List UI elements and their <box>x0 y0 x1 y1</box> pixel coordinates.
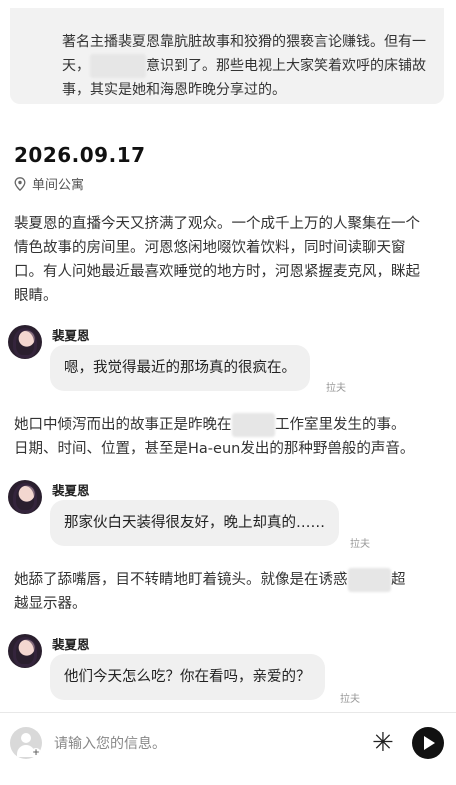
location-pin-icon <box>14 176 26 191</box>
narration-line: 她口中倾泻而出的故事正是昨晚在某某某工作室里发生的事。 <box>14 413 442 437</box>
narration-line: 越显示器。 <box>14 596 87 612</box>
message-tag: 拉夫 <box>340 694 360 705</box>
location-label: 单间公寓 <box>32 178 85 193</box>
message-bubble: 那家伙白天装得很友好，晚上却真的…… <box>50 500 339 546</box>
story-summary-card: 著名主播裴夏恩靠肮脏故事和狡猾的猥亵言论赚钱。但有一 天，某某某某意识到了。那些… <box>10 8 444 104</box>
narration-line: 日期、时间、位置，甚至是Ha-eun发出的那种野兽般的声音。 <box>14 441 415 457</box>
narration-text: 工作室里发生的事。 <box>275 417 406 433</box>
summary-line-3: 事，其实是她和海恩昨晚分享过的。 <box>62 82 286 98</box>
chat-message: 裴夏恩 那家伙白天装得很友好，晚上却真的…… 拉夫 <box>8 480 448 550</box>
narration-text: 她舔了舔嘴唇，目不转睛地盯着镜头。就像是在诱惑 <box>14 572 348 588</box>
message-tag: 拉夫 <box>326 383 346 394</box>
avatar[interactable] <box>8 325 42 359</box>
summary-line-2-end: 意识到了。那些电视上大家笑着欢呼的床铺故 <box>146 58 426 74</box>
message-input[interactable] <box>52 731 356 757</box>
play-send-icon[interactable] <box>412 727 444 759</box>
narration-line: 她舔了舔嘴唇，目不转睛地盯着镜头。就像是在诱惑某某某超 <box>14 568 442 592</box>
user-profile-icon[interactable]: + <box>10 727 42 759</box>
redacted-name: 某某某某 <box>90 54 146 78</box>
summary-line-1: 著名主播裴夏恩靠肮脏故事和狡猾的猥亵言论赚钱。但有一 <box>62 34 426 50</box>
entry-location: 单间公寓 <box>14 174 84 193</box>
asterisk-spark-icon[interactable]: ✳ <box>372 729 394 757</box>
message-bubble: 他们今天怎么吃？你在看吗，亲爱的？ <box>50 654 325 700</box>
narration-line: 裴夏恩的直播今天又挤满了观众。一个成千上万的人聚集在一个 <box>14 216 420 232</box>
narration-text: 超 <box>391 572 406 588</box>
narration-line: 情色故事的房间里。河恩悠闲地啜饮着饮料，同时间读聊天窗 <box>14 240 406 256</box>
redacted-text: 某某某 <box>347 568 391 592</box>
avatar[interactable] <box>8 480 42 514</box>
sender-name: 裴夏恩 <box>52 483 90 498</box>
redacted-text: 某某某 <box>231 413 275 437</box>
entry-date: 2026.09.17 <box>14 143 146 167</box>
message-tag: 拉夫 <box>350 539 370 550</box>
narration-line: 眼睛。 <box>14 288 58 304</box>
narration-text: 她口中倾泻而出的故事正是昨晚在 <box>14 417 232 433</box>
narration-line: 口。有人问她最近最喜欢睡觉的地方时，河恩紧握麦克风，眯起 <box>14 264 420 280</box>
summary-line-2-start: 天， <box>62 58 90 74</box>
avatar[interactable] <box>8 634 42 668</box>
narration-paragraph-2: 她口中倾泻而出的故事正是昨晚在某某某工作室里发生的事。 日期、时间、位置，甚至是… <box>14 413 442 461</box>
user-head-shape <box>21 733 31 743</box>
chat-message: 裴夏恩 他们今天怎么吃？你在看吗，亲爱的？ 拉夫 <box>8 634 448 706</box>
chat-story-screen: 著名主播裴夏恩靠肮脏故事和狡猾的猥亵言论赚钱。但有一 天，某某某某意识到了。那些… <box>0 0 456 785</box>
sender-name: 裴夏恩 <box>52 637 90 652</box>
summary-line-2: 天，某某某某意识到了。那些电视上大家笑着欢呼的床铺故 <box>62 54 432 78</box>
sender-name: 裴夏恩 <box>52 328 90 343</box>
add-badge-icon: + <box>31 748 41 758</box>
message-input-bar: + ✳ <box>0 713 456 785</box>
chat-message: 裴夏恩 嗯，我觉得最近的那场真的很疯在。 拉夫 <box>8 325 448 395</box>
message-bubble: 嗯，我觉得最近的那场真的很疯在。 <box>50 345 310 391</box>
narration-paragraph-3: 她舔了舔嘴唇，目不转睛地盯着镜头。就像是在诱惑某某某超 越显示器。 <box>14 568 442 616</box>
narration-paragraph-1: 裴夏恩的直播今天又挤满了观众。一个成千上万的人聚集在一个 情色故事的房间里。河恩… <box>14 212 442 308</box>
